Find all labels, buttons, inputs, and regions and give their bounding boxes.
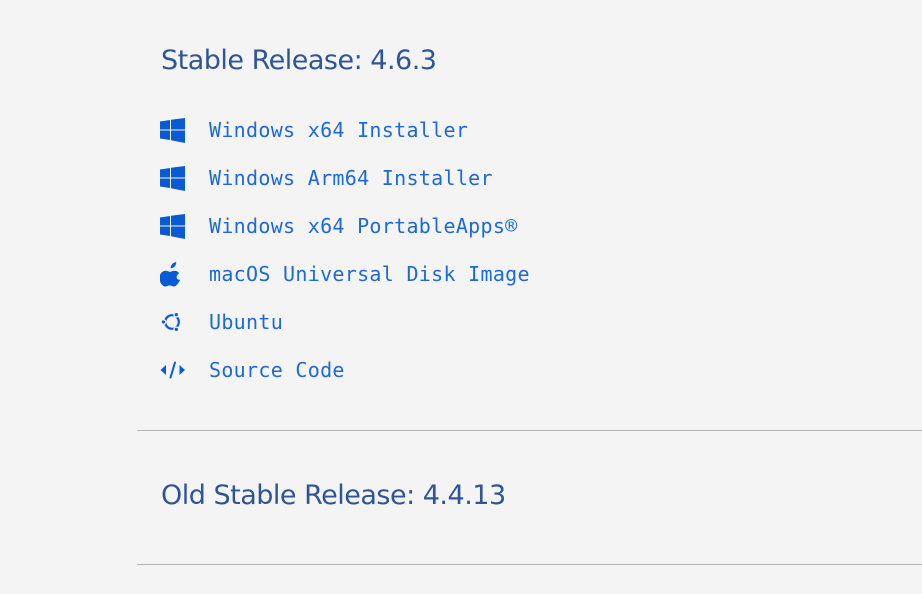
windows-icon xyxy=(160,213,186,239)
download-item-source-code: Source Code xyxy=(160,346,530,394)
download-item-windows-portable: Windows x64 PortableApps® xyxy=(160,202,530,250)
windows-icon xyxy=(160,165,186,191)
code-icon xyxy=(160,357,186,383)
stable-download-list: Windows x64 Installer Windows Arm64 Inst… xyxy=(160,106,530,394)
source-code-link[interactable]: Source Code xyxy=(209,358,345,382)
download-item-windows-x64: Windows x64 Installer xyxy=(160,106,530,154)
windows-x64-portableapps-link[interactable]: Windows x64 PortableApps® xyxy=(209,214,518,238)
section-divider xyxy=(137,564,922,565)
section-divider xyxy=(137,430,922,431)
macos-disk-image-link[interactable]: macOS Universal Disk Image xyxy=(209,262,530,286)
stable-release-title: Stable Release: 4.6.3 xyxy=(161,45,437,76)
windows-arm64-installer-link[interactable]: Windows Arm64 Installer xyxy=(209,166,493,190)
download-item-macos: macOS Universal Disk Image xyxy=(160,250,530,298)
ubuntu-icon xyxy=(160,309,186,335)
windows-x64-installer-link[interactable]: Windows x64 Installer xyxy=(209,118,468,142)
download-item-ubuntu: Ubuntu xyxy=(160,298,530,346)
apple-icon xyxy=(160,261,186,287)
download-item-windows-arm64: Windows Arm64 Installer xyxy=(160,154,530,202)
old-stable-release-title[interactable]: Old Stable Release: 4.4.13 xyxy=(161,482,506,509)
ubuntu-link[interactable]: Ubuntu xyxy=(209,310,283,334)
windows-icon xyxy=(160,117,186,143)
